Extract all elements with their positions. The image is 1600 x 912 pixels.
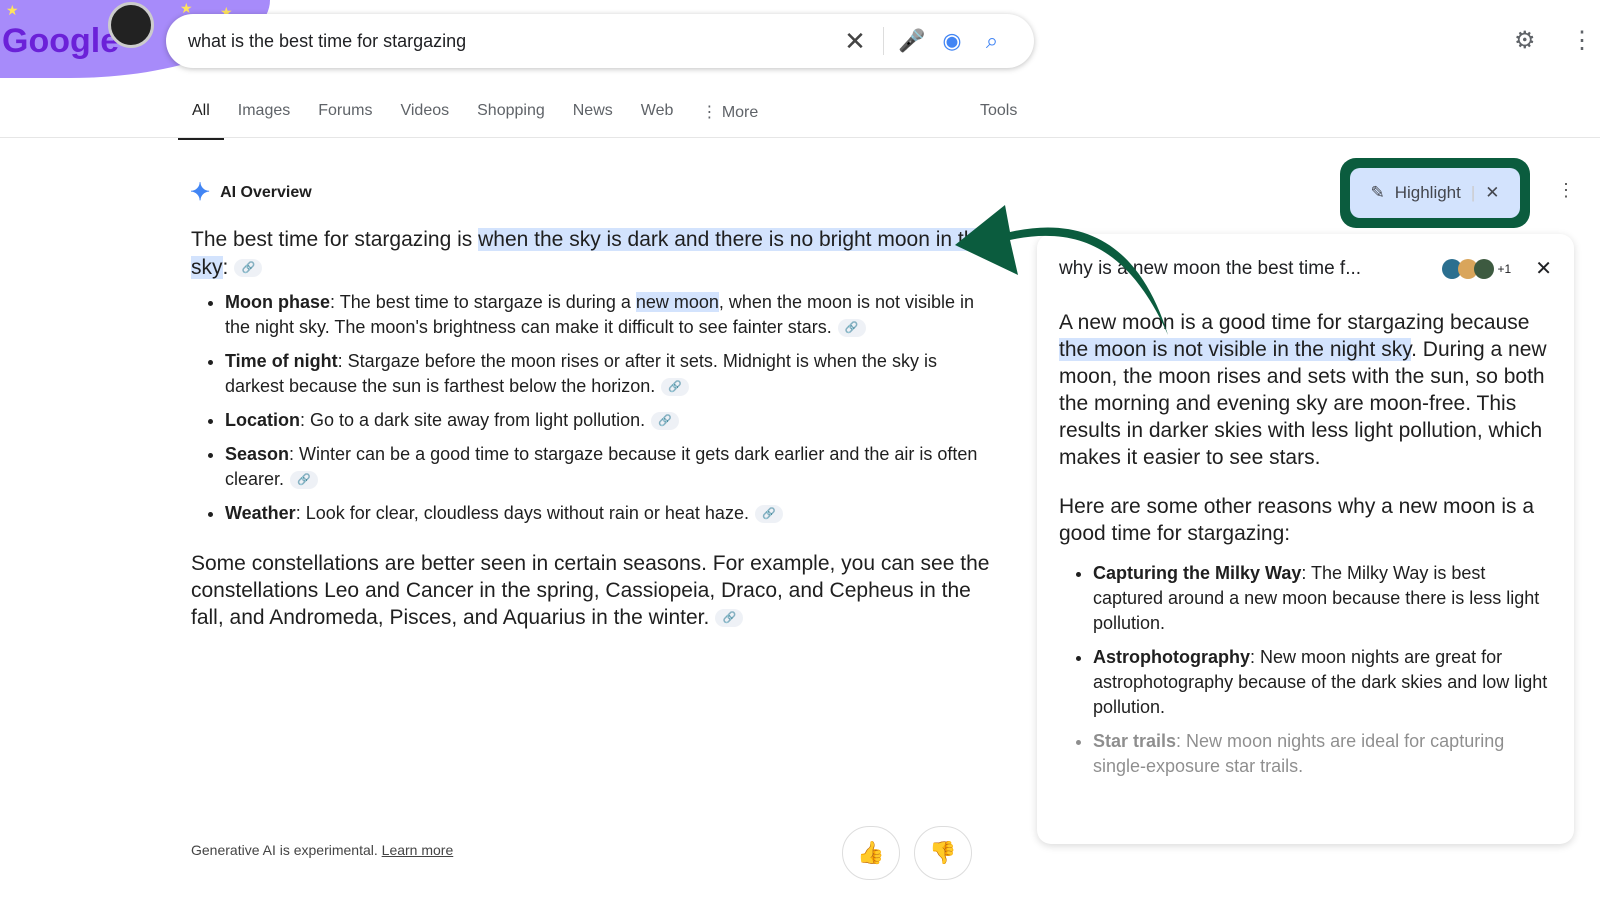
panel-body: A new moon is a good time for stargazing… (1059, 309, 1552, 779)
apps-grid-icon[interactable]: ⋮⋮ (1570, 26, 1600, 55)
cat-doodle-icon (108, 2, 154, 48)
text: Some constellations are better seen in c… (191, 552, 990, 629)
annotation-box: ✎ Highlight | ✕ (1340, 158, 1530, 228)
microphone-icon[interactable]: 🎤 (892, 28, 932, 54)
bullet-list: Moon phase: The best time to stargaze is… (225, 290, 991, 526)
list-item: Weather: Look for clear, cloudless days … (225, 501, 991, 526)
tab-images[interactable]: Images (224, 100, 304, 140)
list-item: Star trails: New moon nights are ideal f… (1093, 729, 1552, 779)
link-icon[interactable]: 🔗 (661, 378, 690, 397)
text: Generative AI is experimental. (191, 842, 382, 858)
bullet-term: Moon phase (225, 292, 331, 312)
logo-text: Google (2, 22, 120, 60)
ai-overview-content: The best time for stargazing is when the… (191, 226, 991, 631)
tab-more[interactable]: ⋮ More (687, 100, 772, 140)
search-input[interactable]: what is the best time for stargazing (188, 31, 835, 52)
bullet-term: Season (225, 444, 290, 464)
search-bar[interactable]: what is the best time for stargazing ✕ 🎤… (166, 14, 1034, 68)
panel-header: why is a new moon the best time f... +1 … (1059, 256, 1552, 281)
highlight-label: Highlight (1394, 183, 1461, 202)
link-icon[interactable]: 🔗 (651, 412, 680, 431)
source-favicon (1473, 258, 1494, 279)
divider: | (1470, 183, 1476, 202)
ai-overview-header: ✦ AI Overview (190, 178, 312, 207)
bullet-term: Star trails (1093, 731, 1177, 751)
link-icon[interactable]: 🔗 (234, 259, 263, 278)
link-icon[interactable]: 🔗 (837, 319, 866, 338)
text: : The best time to stargaze is during a (330, 292, 636, 312)
gear-icon[interactable]: ⚙ (1514, 26, 1536, 55)
divider (0, 137, 1600, 138)
panel-bullet-list: Capturing the Milky Way: The Milky Way i… (1093, 561, 1552, 779)
text: : Go to a dark site away from light poll… (300, 410, 646, 430)
tab-shopping[interactable]: Shopping (463, 100, 559, 140)
link-icon[interactable]: 🔗 (754, 505, 783, 524)
more-sources-count: +1 (1497, 261, 1512, 276)
divider (883, 27, 884, 55)
list-item: Season: Winter can be a good time to sta… (225, 442, 991, 492)
bullet-term: Astrophotography (1093, 647, 1250, 667)
source-panel: why is a new moon the best time f... +1 … (1037, 234, 1574, 844)
text: : Winter can be a good time to stargaze … (225, 444, 978, 489)
tools-button[interactable]: Tools (980, 102, 1017, 120)
list-item: Moon phase: The best time to stargaze is… (225, 290, 991, 340)
learn-more-link[interactable]: Learn more (382, 842, 454, 858)
thumbs-up-button[interactable]: 👍 (842, 826, 900, 880)
pencil-icon: ✎ (1370, 183, 1385, 202)
constellation-paragraph: Some constellations are better seen in c… (191, 550, 991, 631)
text: A new moon is a good time for stargazing… (1059, 311, 1530, 334)
footer-note: Generative AI is experimental. Learn mor… (191, 842, 453, 858)
bullet-term: Weather (225, 503, 296, 523)
thumbs-down-button[interactable]: 👎 (914, 826, 972, 880)
text: : (222, 256, 229, 279)
highlighted-text[interactable]: the moon is not visible in the night sky (1059, 338, 1412, 361)
list-item: Time of night: Stargaze before the moon … (225, 349, 991, 399)
search-tabs: All Images Forums Videos Shopping News W… (178, 100, 772, 140)
lens-icon[interactable]: ◉ (932, 28, 972, 54)
list-item: Location: Go to a dark site away from li… (225, 408, 991, 433)
tab-all[interactable]: All (178, 100, 224, 140)
tab-news[interactable]: News (559, 100, 627, 140)
list-item: Astrophotography: New moon nights are gr… (1093, 645, 1552, 720)
ai-overview-title: AI Overview (220, 183, 312, 201)
search-icon[interactable]: ⌕ (972, 28, 1012, 54)
highlight-chip[interactable]: ✎ Highlight | ✕ (1350, 168, 1520, 218)
lead-paragraph: The best time for stargazing is when the… (191, 226, 991, 282)
tab-videos[interactable]: Videos (386, 100, 463, 140)
clear-icon[interactable]: ✕ (835, 26, 875, 57)
panel-title: why is a new moon the best time f... (1059, 257, 1362, 279)
panel-paragraph: A new moon is a good time for stargazing… (1059, 309, 1552, 471)
panel-paragraph: Here are some other reasons why a new mo… (1059, 495, 1535, 545)
bullet-term: Location (225, 410, 300, 430)
close-highlight-icon[interactable]: ✕ (1485, 183, 1499, 203)
bullet-term: Capturing the Milky Way (1093, 563, 1302, 583)
close-panel-icon[interactable]: ✕ (1535, 256, 1552, 281)
tab-forums[interactable]: Forums (304, 100, 386, 140)
highlighted-text[interactable]: new moon (635, 292, 719, 312)
text: : Look for clear, cloudless days without… (295, 503, 749, 523)
link-icon[interactable]: 🔗 (290, 471, 319, 490)
bullet-term: Time of night (225, 351, 338, 371)
link-icon[interactable]: 🔗 (715, 609, 744, 628)
text: The best time for stargazing is (191, 228, 479, 251)
list-item: Capturing the Milky Way: The Milky Way i… (1093, 561, 1552, 636)
sparkle-icon: ✦ (190, 179, 211, 206)
more-options-icon[interactable]: ⋮ (1557, 180, 1575, 201)
tab-web[interactable]: Web (627, 100, 688, 140)
